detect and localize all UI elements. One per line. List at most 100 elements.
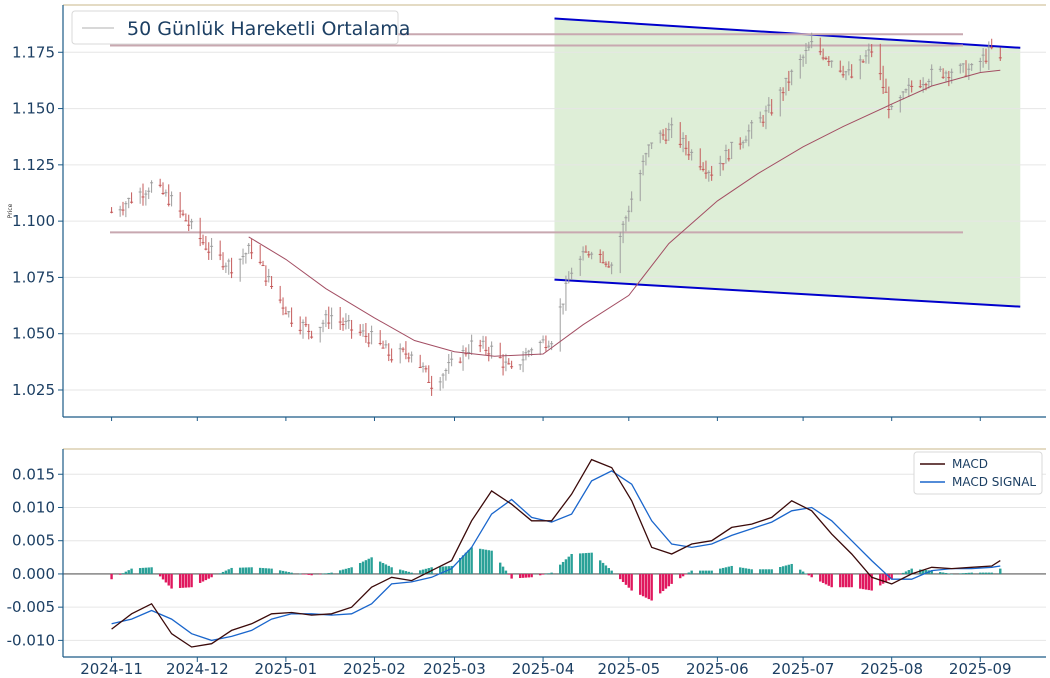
macd-histogram-bar	[650, 573, 653, 601]
macd-histogram-bar	[464, 552, 468, 574]
price-panel: 1.025 1.050 1.075 1.100 1.125 1.150 1.175 Pric…	[7, 4, 1046, 418]
macd-histogram-bar	[490, 550, 493, 574]
macd-histogram-bar	[567, 556, 570, 574]
macd-panel: -0.010 -0.005 0.000 0.005 0.010 0.015 2024-11…	[7, 417, 1046, 678]
macd-histogram-bar	[230, 567, 233, 574]
macd-histogram-bar	[759, 569, 762, 574]
macd-histogram-bar	[407, 571, 410, 574]
macd-histogram-bar	[207, 573, 210, 579]
macd-histogram-bar	[664, 573, 668, 589]
macd-histogram-bar	[939, 572, 942, 574]
price-tick-label: 1.050	[12, 325, 55, 343]
macd-histogram-bar	[779, 567, 782, 574]
macd-histogram-bar	[519, 573, 522, 579]
macd-histogram-bar	[310, 573, 313, 576]
macd-histogram-bar	[550, 572, 553, 574]
macd-histogram-bar	[138, 568, 142, 574]
macd-histogram-bar	[859, 573, 862, 589]
macd-histogram-bar	[944, 572, 948, 574]
macd-histogram-bar	[178, 573, 182, 588]
macd-histogram-bar	[719, 568, 722, 574]
macd-histogram-bar	[579, 553, 582, 574]
macd-histogram-bar	[704, 570, 708, 574]
macd-histogram-bar	[639, 573, 642, 595]
macd-histogram-bar	[630, 573, 633, 591]
macd-histogram-bar	[610, 570, 613, 574]
macd-histogram-bar	[984, 572, 988, 574]
macd-histogram-bar	[361, 561, 365, 574]
macd-histogram-bar	[290, 572, 293, 574]
macd-histogram-bar	[739, 567, 742, 574]
macd-histogram-bar	[144, 567, 148, 574]
macd-histogram-bar	[401, 570, 405, 574]
macd-histogram-bar	[318, 573, 322, 575]
macd-histogram-bar	[801, 571, 805, 574]
price-axis-label: Price	[7, 203, 14, 218]
macd-histogram-bar	[418, 570, 422, 574]
macd-histogram-bar	[590, 552, 593, 574]
macd-histogram-bar	[819, 573, 822, 582]
macd-histogram-bar	[959, 573, 962, 574]
price-tick-label: 1.175	[12, 43, 55, 61]
macd-histogram-bar	[990, 572, 993, 574]
macd-histogram-bar	[544, 573, 548, 575]
macd-histogram-bar	[130, 568, 133, 574]
macd-histogram-bar	[284, 571, 288, 574]
macd-histogram-bar	[947, 573, 951, 574]
macd-histogram-bar	[681, 573, 685, 577]
macd-histogram-bar	[764, 569, 768, 574]
macd-histogram-bar	[258, 567, 262, 574]
macd-histogram-bar	[981, 572, 985, 574]
macd-histogram-bar	[121, 573, 125, 574]
macd-histogram-bar	[559, 564, 562, 574]
macd-histogram-bar	[247, 567, 250, 574]
macd-legend-label-signal: MACD SIGNAL	[952, 475, 1036, 489]
macd-histogram-bar	[281, 570, 285, 574]
trend-channel	[554, 17, 1021, 308]
macd-signal-line	[111, 470, 1001, 642]
macd-histogram-bar	[387, 565, 390, 574]
macd-histogram-bar	[787, 564, 791, 574]
macd-histogram-bar	[747, 568, 751, 574]
macd-histogram-bar	[241, 567, 245, 574]
macd-histogram-bar	[667, 573, 671, 587]
macd-histogram-bar	[221, 571, 225, 574]
macd-histogram-bar	[647, 573, 650, 600]
macd-histogram-bar	[941, 572, 945, 574]
macd-histogram-bar	[358, 563, 362, 574]
price-macd-chart: 1.025 1.050 1.075 1.100 1.125 1.150 1.175 Pric…	[7, 4, 1046, 678]
macd-histogram-bar	[701, 570, 705, 574]
macd-legend-label-macd: MACD	[952, 457, 988, 471]
macd-histogram-bar	[507, 573, 510, 575]
macd-histogram-bar	[141, 567, 145, 574]
macd-histogram-bar	[570, 553, 573, 574]
macd-histogram-bar	[184, 573, 188, 588]
macd-histogram-bar	[904, 571, 908, 574]
macd-histogram-bar	[721, 567, 725, 574]
macd-histogram-bar	[164, 573, 168, 583]
macd-histogram-bar	[341, 569, 345, 574]
macd-histogram-bar	[224, 570, 228, 574]
date-tick-label: 2025-05	[597, 660, 660, 678]
macd-histogram-bar	[218, 573, 222, 574]
macd-histogram-bar	[979, 572, 982, 574]
macd-histogram-bar	[781, 566, 785, 574]
macd-histogram-bar	[684, 573, 688, 575]
macd-histogram-bar	[481, 549, 485, 574]
macd-histogram-bar	[479, 548, 482, 574]
date-tick-label: 2025-08	[860, 660, 923, 678]
macd-tick-label: -0.010	[7, 631, 55, 649]
macd-histogram-bar	[741, 567, 745, 574]
macd-histogram-bar	[267, 568, 270, 574]
macd-histogram-bar	[830, 573, 833, 588]
date-tick-label: 2024-11	[80, 660, 143, 678]
macd-histogram-bar	[499, 562, 502, 574]
macd-histogram-bar	[187, 573, 190, 588]
macd-histogram-bar	[587, 552, 590, 574]
macd-histogram-bar	[767, 569, 771, 574]
macd-histogram-bar	[561, 561, 565, 574]
price-legend: 50 Günlük Hareketli Ortalama	[71, 10, 410, 45]
macd-histogram-bar	[270, 568, 273, 574]
macd-legend: MACD MACD SIGNAL	[913, 451, 1043, 495]
macd-histogram-bar	[901, 572, 905, 574]
